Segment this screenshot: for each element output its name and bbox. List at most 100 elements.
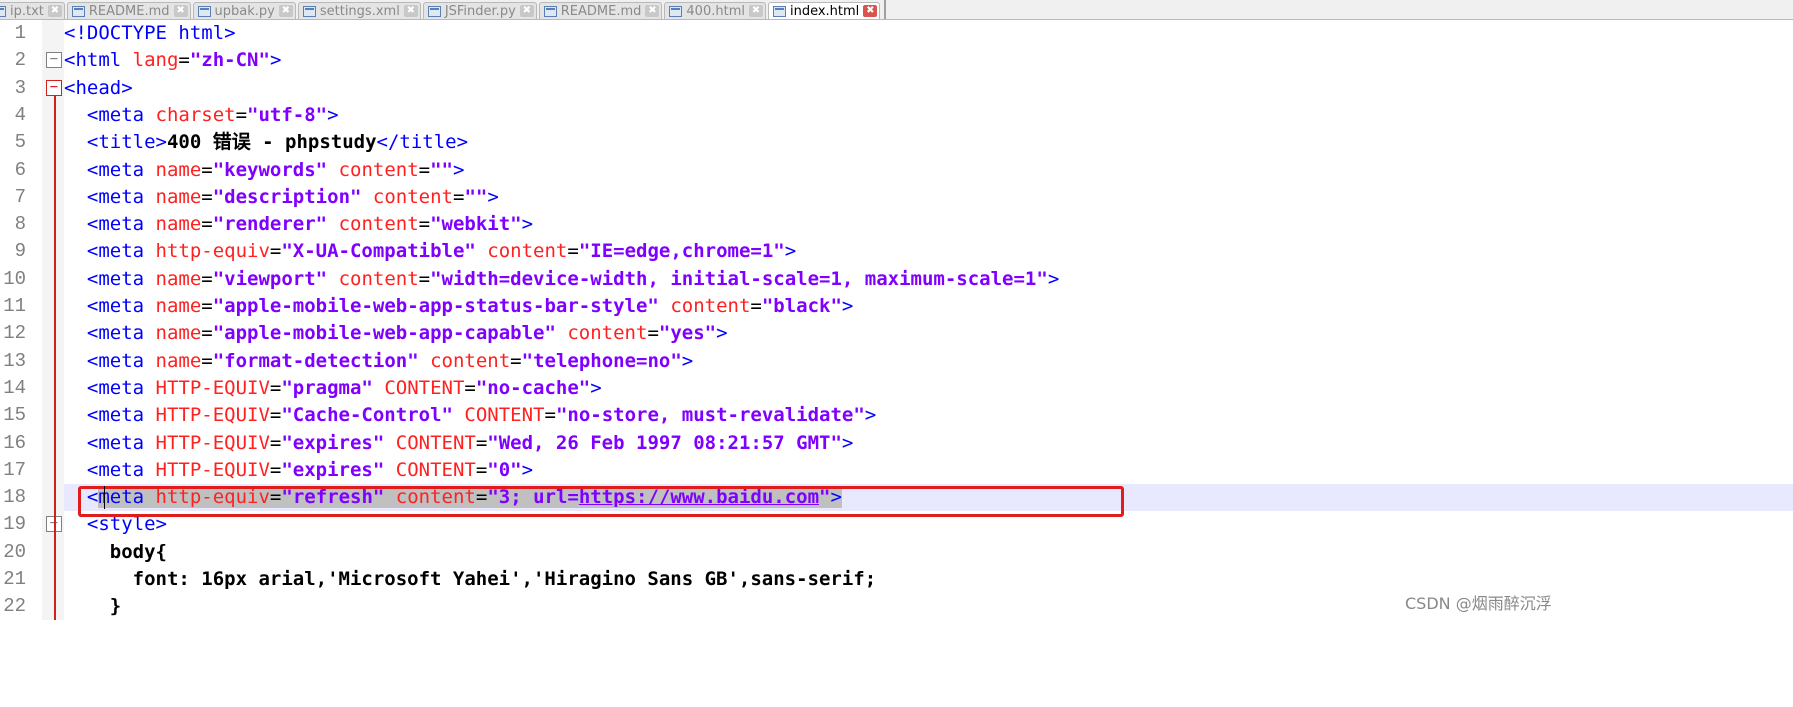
close-icon[interactable]: ✖ [173,5,188,17]
line-number: 12 [3,322,26,345]
code-token: "telephone=no" [521,349,682,372]
tab-settings-xml[interactable]: settings.xml ✖ [297,2,421,19]
code-token: <meta [64,458,156,481]
code-token: > [681,349,694,372]
line-number: 18 [3,486,26,509]
tab-ip-txt[interactable]: ip.txt ✖ [0,2,65,19]
code-line[interactable]: body{ [64,539,167,566]
code-token: "renderer" [212,213,328,236]
file-icon [302,5,316,17]
code-line[interactable]: <head> [64,75,133,102]
tab-label: ip.txt [10,3,44,19]
code-token: content [670,295,751,317]
code-line[interactable]: <meta http-equiv="X-UA-Compatible" conte… [64,238,796,265]
line-number: 14 [3,376,26,399]
watermark: CSDN @烟雨醉沉浮 [1405,594,1552,613]
code-line[interactable]: <meta name="viewport" content="width=dev… [64,266,1059,293]
code-token: body{ [64,540,167,563]
close-icon[interactable]: ✖ [47,5,62,17]
close-icon[interactable]: ✖ [645,5,660,17]
code-line[interactable]: <meta name="apple-mobile-web-app-status-… [64,293,854,320]
code-line[interactable]: <meta HTTP-EQUIV="pragma" CONTENT="no-ca… [64,375,602,402]
code-token: = [750,295,762,317]
code-token: = [418,267,431,290]
code-token: HTTP-EQUIV [155,376,270,399]
close-icon[interactable]: ✖ [863,5,878,17]
code-token: "pragma" [281,376,373,399]
code-line[interactable]: <meta name="apple-mobile-web-app-capable… [64,320,728,347]
code-token: font: 16px arial,'Microsoft Yahei','Hira… [64,568,877,590]
code-token: <title> [64,131,167,154]
code-token: <html [64,49,133,72]
code-token: "webkit" [430,213,522,236]
code-token: <meta [64,295,156,317]
code-line[interactable]: } [64,593,121,620]
file-icon [0,5,6,17]
code-token: "apple-mobile-web-app-capable" [212,322,556,345]
tab-divider [884,0,887,19]
code-line[interactable]: <meta name="renderer" content="webkit"> [64,211,533,238]
code-token: charset [155,103,236,126]
tab-jsfinder-py[interactable]: JSFinder.py ✖ [422,2,537,19]
tab-readme-md[interactable]: README.md ✖ [538,2,663,19]
code-token: = [452,185,465,208]
code-token: CONTENT [464,404,545,427]
code-line[interactable]: <meta HTTP-EQUIV="expires" CONTENT="Wed,… [64,430,853,457]
code-token: content [567,322,648,345]
line-number: 2 [14,49,26,72]
line-number: 21 [3,568,26,590]
code-line[interactable]: <meta charset="utf-8"> [64,102,339,129]
code-token: <meta [64,185,156,208]
code-token: > [1047,267,1060,290]
code-token: content [430,349,511,372]
code-token: CONTENT [395,431,476,454]
code-line[interactable]: <meta name="description" content=""> [64,184,499,211]
close-icon[interactable]: ✖ [403,5,418,17]
code-token: lang [132,49,179,72]
code-token: > [590,376,602,399]
close-icon[interactable]: ✖ [748,5,763,17]
code-line[interactable]: <meta name="keywords" content=""> [64,157,465,184]
code-line[interactable]: <title>400 错误 - phpstudy</title> [64,129,468,156]
code-token: content [338,158,419,181]
code-token: <meta [64,103,156,126]
code-token: > [716,322,728,345]
file-icon [772,5,786,17]
tab-label: upbak.py [214,3,275,19]
close-icon[interactable]: ✖ [278,5,293,17]
code-line[interactable]: <html lang="zh-CN"> [64,47,281,74]
close-icon[interactable]: ✖ [519,5,534,17]
tab-400-html[interactable]: 400.html ✖ [664,2,766,19]
fold-toggle-head[interactable]: − [46,79,62,96]
tab-index-html[interactable]: index.html ✖ [767,2,881,19]
tab-upbak-py[interactable]: upbak.py ✖ [192,2,296,19]
fold-margin: −−− [42,20,64,620]
line-number-gutter: 1 2 3 4 5 6 7 8 9 10 11 12 13 14 15 16 17 18 19 20 21 22 [0,20,42,620]
code-token: "width=device-width, initial-scale=1, ma… [430,267,1048,290]
code-line[interactable]: font: 16px arial,'Microsoft Yahei','Hira… [64,566,877,593]
code-token: "Cache-Control" [281,404,453,427]
code-line[interactable]: <meta HTTP-EQUIV="expires" CONTENT="0"> [64,457,533,484]
code-token: > [327,103,339,126]
code-token: "" [464,185,488,208]
code-token: "viewport" [212,267,328,290]
code-token: http-equiv [155,240,270,263]
text-cursor [104,486,105,509]
code-token: > [521,458,534,481]
code-line[interactable]: <meta HTTP-EQUIV="Cache-Control" CONTENT… [64,402,876,429]
tab-readme-md[interactable]: README.md ✖ [66,2,191,19]
code-token: content [372,185,453,208]
code-line[interactable]: <meta name="format-detection" content="t… [64,348,693,375]
code-token: "Wed, 26 Feb 1997 08:21:57 GMT" [487,431,842,454]
code-token: name [155,267,202,290]
code-token: "no-cache" [475,376,591,399]
line-number: 13 [3,349,26,372]
line-number: 19 [3,513,26,536]
file-icon [197,5,211,17]
fold-toggle-html[interactable]: − [46,52,62,69]
code-line[interactable]: <!DOCTYPE html> [64,20,236,47]
